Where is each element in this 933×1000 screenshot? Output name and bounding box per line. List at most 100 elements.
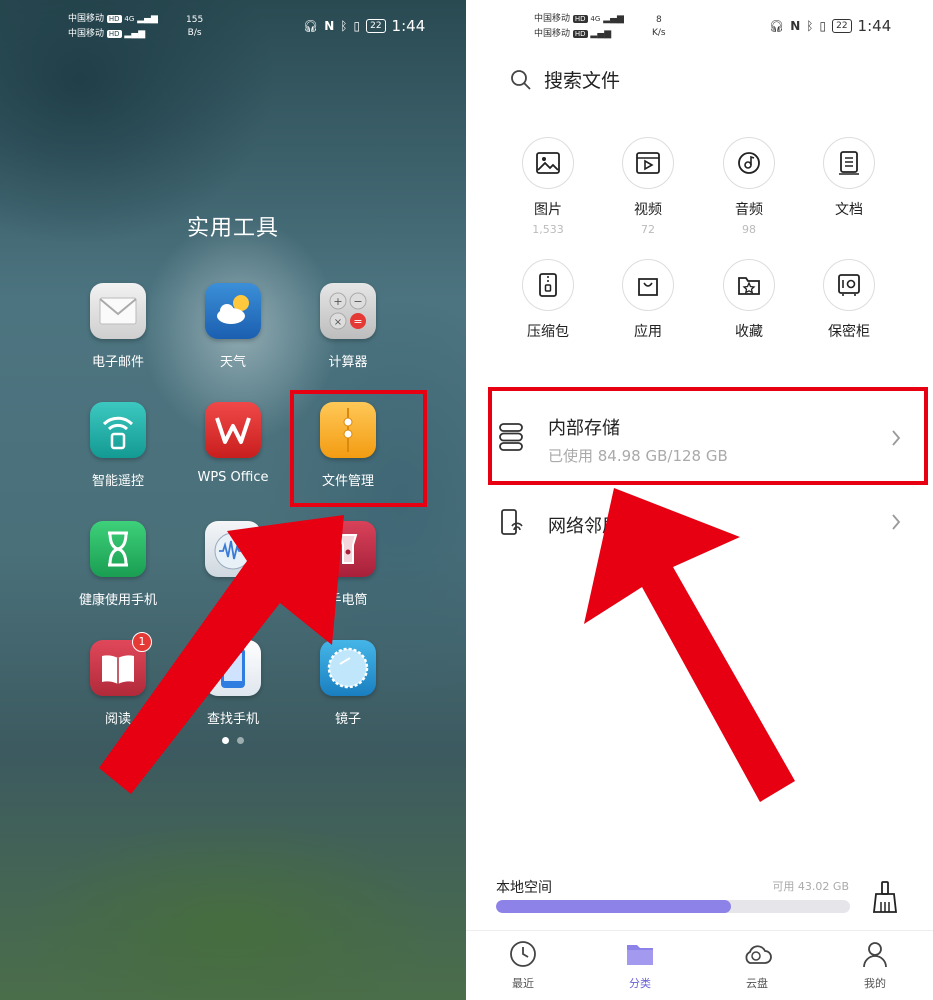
app-find-phone[interactable]: 查找手机 <box>173 640 293 727</box>
search-bar[interactable]: 搜索文件 <box>510 66 620 93</box>
folder-title: 实用工具 <box>186 216 279 241</box>
audio-icon <box>723 137 775 189</box>
app-digital-health[interactable]: 健康使用手机 <box>58 521 178 608</box>
headset-icon: 🎧︎ <box>769 19 785 33</box>
app-reader[interactable]: 1 阅读 <box>58 632 178 727</box>
calculator-icon: + − × = <box>320 283 376 339</box>
search-input[interactable]: 搜索文件 <box>544 66 620 93</box>
app-weather[interactable]: 天气 <box>173 283 293 370</box>
net-speed: 155 B/s <box>186 15 204 38</box>
folder-icon <box>627 945 653 965</box>
app-mirror[interactable]: 镜子 <box>288 640 408 727</box>
notification-badge: 1 <box>132 632 152 652</box>
bottom-navigation: 最近 分类 云盘 我的 <box>466 930 933 1000</box>
category-documents[interactable]: 文档 <box>799 137 899 219</box>
svg-text:×: × <box>334 317 342 328</box>
broom-icon <box>872 881 898 913</box>
storage-progress-bar <box>496 900 850 913</box>
video-icon <box>622 137 674 189</box>
nav-profile[interactable]: 我的 <box>835 939 915 991</box>
category-images[interactable]: 图片 1,533 <box>498 137 598 236</box>
highlight-box-internal-storage <box>488 387 928 485</box>
app-flashlight[interactable]: 手电筒 <box>288 521 408 608</box>
carrier-2: 中国移动 <box>68 29 105 39</box>
nav-recent[interactable]: 最近 <box>483 939 563 991</box>
hd-tag: HD <box>106 30 122 38</box>
network-neighborhood-item[interactable]: 网络邻居 <box>466 490 933 570</box>
chevron-right-icon <box>892 514 901 530</box>
cleanup-button[interactable] <box>870 880 900 918</box>
network-device-icon <box>501 509 523 535</box>
search-icon <box>511 69 531 90</box>
svg-text:−: − <box>353 295 362 308</box>
hd-tag: HD <box>572 30 588 38</box>
app-wps[interactable]: WPS Office <box>173 402 293 485</box>
app-bag-icon <box>622 259 674 311</box>
category-safe[interactable]: 保密柜 <box>799 259 899 341</box>
clock-time: 1:44 <box>857 17 892 35</box>
bluetooth-icon: ᛒ <box>806 19 814 33</box>
signal-icon: ▂▄▆ <box>590 29 612 39</box>
category-favorites[interactable]: 收藏 <box>699 259 799 341</box>
safe-icon <box>823 259 875 311</box>
mail-icon <box>90 283 146 339</box>
svg-text:+: + <box>333 295 342 308</box>
category-archives[interactable]: 压缩包 <box>498 259 598 341</box>
status-icons: 🎧︎ N ᛒ ▯ 22 1:44 <box>303 17 425 35</box>
hourglass-icon <box>90 521 146 577</box>
app-calculator[interactable]: + − × = 计算器 <box>288 283 408 370</box>
network-type: 4G <box>124 15 135 23</box>
local-space-available: 可用 43.02 GB <box>772 880 849 893</box>
network-neighborhood-title: 网络邻居 <box>548 516 620 537</box>
vibrate-icon: ▯ <box>353 19 361 33</box>
clock-time: 1:44 <box>391 17 426 35</box>
nav-cloud[interactable]: 云盘 <box>717 939 797 991</box>
book-icon: 1 <box>90 632 152 696</box>
page-dot-active <box>222 737 229 744</box>
clock-icon <box>510 941 536 967</box>
category-apps[interactable]: 应用 <box>598 259 698 341</box>
weather-icon <box>205 283 261 339</box>
signal-icon: ▂▄▆ <box>603 14 624 24</box>
nfc-icon: N <box>324 19 335 33</box>
svg-text:=: = <box>353 315 362 328</box>
bluetooth-icon: ᛒ <box>340 19 348 33</box>
carrier-info: 中国移动 HD 4G ▂▄▆ 中国移动 HD ▂▄▆ <box>68 12 158 42</box>
local-space-label: 本地空间 <box>496 880 552 896</box>
category-audio[interactable]: 音频 98 <box>699 137 799 236</box>
find-phone-icon <box>205 640 261 696</box>
category-videos[interactable]: 视频 72 <box>598 137 698 236</box>
status-bar: 中国移动 HD 4G ▂▄▆ 中国移动 HD ▂▄▆ 8 K/s 🎧︎ N ᛒ … <box>466 0 933 46</box>
flashlight-icon <box>320 521 376 577</box>
app-recorder[interactable]: 录 <box>173 521 293 608</box>
hd-tag: HD <box>106 15 122 23</box>
net-speed: 8 K/s <box>652 15 666 38</box>
battery-icon: 22 <box>832 19 852 33</box>
status-icons: 🎧︎ N ᛒ ▯ 22 1:44 <box>769 17 891 35</box>
recorder-icon <box>205 521 261 577</box>
remote-icon <box>90 402 146 458</box>
app-mail[interactable]: 电子邮件 <box>58 283 178 370</box>
nav-categories[interactable]: 分类 <box>600 939 680 991</box>
app-remote[interactable]: 智能遥控 <box>58 402 178 489</box>
page-dot <box>237 737 244 744</box>
archive-icon <box>522 259 574 311</box>
highlight-box-file-manager <box>290 390 427 507</box>
mirror-icon <box>320 640 376 696</box>
wps-icon <box>205 402 261 458</box>
carrier-1: 中国移动 <box>68 14 105 24</box>
cloud-icon <box>745 945 772 964</box>
hd-tag: HD <box>572 15 588 23</box>
image-icon <box>522 137 574 189</box>
page-indicator <box>222 737 244 744</box>
storage-progress-fill <box>496 900 732 913</box>
battery-icon: 22 <box>366 19 386 33</box>
document-icon <box>823 137 875 189</box>
vibrate-icon: ▯ <box>819 19 827 33</box>
profile-icon <box>863 942 887 968</box>
nfc-icon: N <box>790 19 801 33</box>
carrier-info: 中国移动 HD 4G ▂▄▆ 中国移动 HD ▂▄▆ <box>534 14 624 39</box>
signal-icon: ▂▄▆ <box>137 14 158 24</box>
status-bar: 中国移动 HD 4G ▂▄▆ 中国移动 HD ▂▄▆ 155 B/s 🎧︎ N … <box>0 0 466 46</box>
file-manager-screen: 中国移动 HD 4G ▂▄▆ 中国移动 HD ▂▄▆ 8 K/s 🎧︎ N ᛒ … <box>466 0 933 1000</box>
